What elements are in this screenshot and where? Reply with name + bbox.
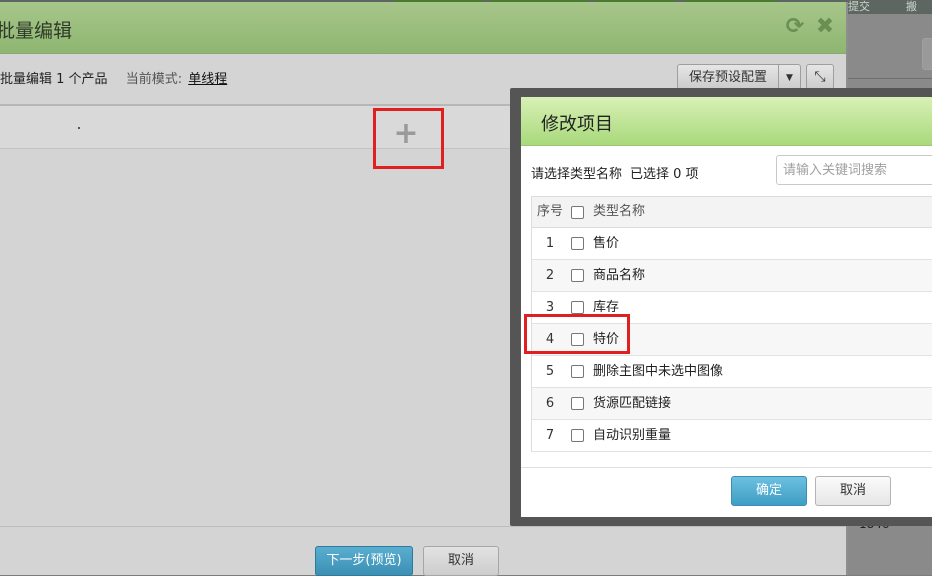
- mode-label: 当前模式:: [125, 72, 183, 87]
- next-step-button[interactable]: 下一步(预览): [315, 546, 413, 576]
- row-checkbox[interactable]: [571, 237, 584, 250]
- dot-mark: [78, 127, 80, 129]
- modal-header: 修改项目: [521, 97, 932, 146]
- cancel-button[interactable]: 取消: [423, 546, 499, 576]
- row-checkbox[interactable]: [571, 429, 584, 442]
- chevron-down-icon[interactable]: ▼: [779, 64, 801, 90]
- save-preset-button[interactable]: 保存预设配置: [677, 64, 779, 90]
- row-index: 6: [545, 396, 555, 411]
- pin-icon[interactable]: ⤡: [806, 64, 834, 90]
- column-header-name: 类型名称: [593, 204, 646, 219]
- row-name: 删除主图中未选中图像: [593, 364, 724, 379]
- select-all-checkbox[interactable]: [571, 206, 584, 219]
- table-row[interactable]: 6 货源匹配链接: [532, 388, 932, 420]
- highlight-box: [373, 108, 444, 169]
- column-header-index: 序号: [536, 204, 563, 219]
- background-divider: [848, 78, 932, 79]
- row-name: 售价: [593, 236, 620, 251]
- table-header: 序号 类型名称: [532, 197, 932, 228]
- mode-value-link[interactable]: 单线程: [188, 72, 227, 87]
- modal-footer-divider: [521, 467, 932, 468]
- modal-title: 修改项目: [541, 114, 613, 135]
- table-row[interactable]: 2 商品名称: [532, 260, 932, 292]
- info-row: 批量编辑 1 个产品 当前模式: 单线程: [0, 68, 227, 87]
- highlight-box: [524, 314, 630, 354]
- dialog-header: 批量编辑 ⟳ ✖: [0, 2, 846, 54]
- row-index: 2: [545, 268, 555, 283]
- row-index: 5: [545, 364, 555, 379]
- background-button: [922, 38, 932, 70]
- table-row[interactable]: 5 删除主图中未选中图像: [532, 356, 932, 388]
- modal-cancel-button[interactable]: 取消: [815, 476, 891, 506]
- background-tab-label: 提交: [848, 0, 870, 13]
- footer-divider: [0, 526, 846, 527]
- row-checkbox[interactable]: [571, 397, 584, 410]
- close-icon[interactable]: ✖: [814, 16, 836, 38]
- refresh-icon[interactable]: ⟳: [784, 16, 806, 38]
- table-row[interactable]: 1 售价: [532, 228, 932, 260]
- row-name: 商品名称: [593, 268, 646, 283]
- search-input[interactable]: [776, 155, 932, 185]
- row-checkbox[interactable]: [571, 301, 584, 314]
- dialog-title: 批量编辑: [0, 20, 73, 42]
- row-index: 1: [545, 236, 555, 251]
- row-name: 货源匹配链接: [593, 396, 672, 411]
- row-index: 7: [545, 428, 555, 443]
- table-row[interactable]: 7 自动识别重量: [532, 420, 932, 452]
- confirm-button[interactable]: 确定: [731, 476, 807, 506]
- row-checkbox[interactable]: [571, 365, 584, 378]
- product-count-text: 批量编辑 1 个产品: [0, 72, 108, 87]
- selection-summary: 请选择类型名称 已选择 0 项: [531, 163, 699, 182]
- selected-count: 已选择 0 项: [630, 167, 699, 182]
- edit-items-modal: 修改项目 请选择类型名称已选择 0 项 序号 类型名称 1 售价 2 商品名称 …: [521, 97, 932, 517]
- background-tab-label: 搬: [906, 0, 917, 13]
- select-prompt: 请选择类型名称: [531, 167, 623, 182]
- row-name: 自动识别重量: [593, 428, 672, 443]
- row-checkbox[interactable]: [571, 269, 584, 282]
